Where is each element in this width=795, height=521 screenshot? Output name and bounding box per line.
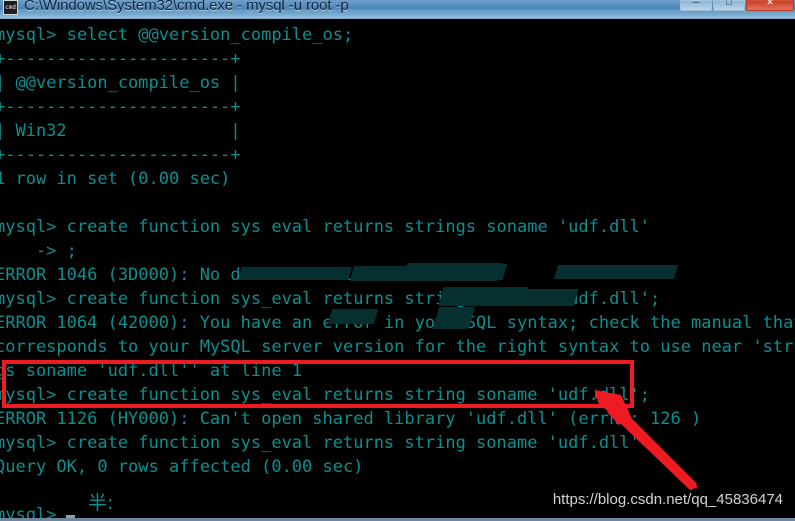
- terminal-line: ERROR 1046 (3D000): No database selected: [0, 265, 405, 285]
- cmd-console-window: cmd C:\Windows\System32\cmd.exe - mysql …: [0, 0, 795, 521]
- terminal-line: | Win32 |: [0, 121, 241, 141]
- window-controls: ─ □ ✕: [680, 0, 794, 11]
- cmd-exe-icon: cmd: [3, 0, 18, 15]
- terminal-line: ERROR 1126 (HY000): Can't open shared li…: [0, 409, 702, 429]
- csdn-watermark: https://blog.csdn.net/qq_45836474: [552, 491, 783, 508]
- console-output-area[interactable]: mysql> select @@version_compile_os; +----…: [0, 19, 795, 521]
- maximize-button[interactable]: □: [713, 0, 745, 11]
- terminal-line: Query OK, 0 rows affected (0.00 sec): [0, 457, 364, 477]
- minimize-icon: ─: [692, 0, 700, 7]
- terminal-line: corresponds to your MySQL server version…: [0, 337, 795, 357]
- minimize-button[interactable]: ─: [680, 0, 712, 11]
- maximize-icon: □: [726, 0, 732, 7]
- close-icon: ✕: [766, 0, 774, 7]
- terminal-line: mysql> create function sys_eval returns …: [0, 385, 651, 405]
- terminal-line: mysql> select @@version_compile_os;: [0, 25, 354, 45]
- terminal-line: mysql> create function sys_eval returns …: [0, 289, 661, 309]
- terminal-line: +----------------------+: [0, 49, 241, 69]
- terminal-line: | @@version_compile_os |: [0, 73, 241, 93]
- terminal-line: gs soname 'udf.dll'' at line 1: [0, 361, 303, 381]
- ime-indicator: 半:: [88, 492, 114, 514]
- close-button[interactable]: ✕: [746, 0, 794, 11]
- terminal-line: +----------------------+: [0, 97, 241, 117]
- terminal-line: 1 row in set (0.00 sec): [0, 169, 231, 189]
- terminal-line: +----------------------+: [0, 145, 241, 165]
- terminal-line: mysql> create function sys eval returns …: [0, 217, 651, 237]
- terminal-line: mysql> create function sys_eval returns …: [0, 433, 640, 453]
- window-titlebar[interactable]: cmd C:\Windows\System32\cmd.exe - mysql …: [0, 0, 795, 19]
- window-title: C:\Windows\System32\cmd.exe - mysql -u r…: [24, 0, 349, 14]
- terminal-line: ERROR 1064 (42000): You have an error in…: [0, 313, 795, 333]
- terminal-line: -> ;: [0, 241, 77, 261]
- terminal-text: mysql> select @@version_compile_os; +----…: [0, 23, 795, 521]
